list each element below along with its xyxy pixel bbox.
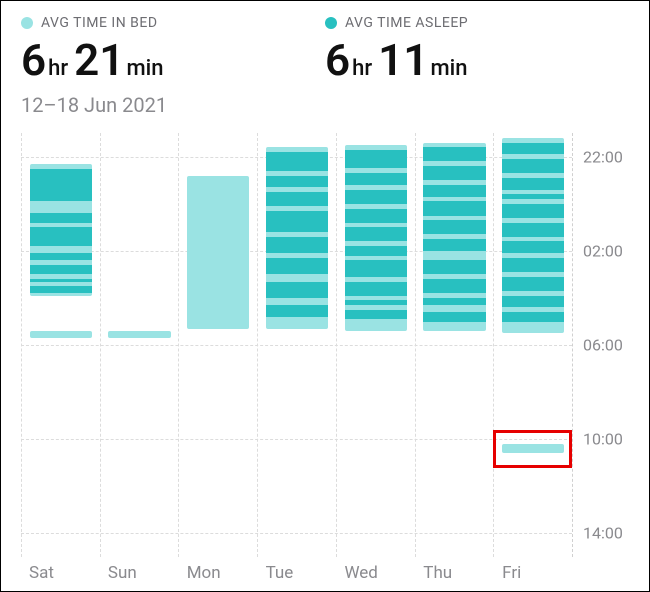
asleep-dot-icon [325,17,337,29]
asleep-segment [30,169,92,202]
asleep-segment [502,143,564,155]
asleep-segment [266,305,328,317]
in-bed-segment [108,331,170,338]
x-axis-label: Wed [336,563,415,583]
asleep-segment [266,282,328,298]
asleep-segment [423,312,485,321]
in-bed-hours: 6 [21,34,46,86]
hours-unit: hr [48,56,68,81]
avg-asleep-value: 6hr11min [325,37,629,83]
sleep-chart[interactable] [21,133,573,557]
x-axis-label: Fri [494,563,573,583]
asleep-segment [345,260,407,276]
mins-unit: min [430,56,467,81]
y-axis-label: 22:00 [583,147,623,166]
asleep-segment [266,152,328,171]
day-column-wed[interactable] [336,133,415,557]
avg-in-bed-value: 6hr21min [21,37,325,83]
y-axis-label: 10:00 [583,430,623,449]
asleep-segment [345,227,407,241]
asleep-segment [423,239,485,251]
asleep-segment [30,265,92,274]
in-bed-segment [502,444,564,453]
asleep-segment [502,312,564,321]
asleep-segment [423,220,485,234]
day-column-thu[interactable] [415,133,494,557]
asleep-segment [502,194,564,199]
asleep-segment [30,213,92,222]
asleep-segment [502,178,564,190]
asleep-segment [423,201,485,215]
in-bed-segment [30,331,92,338]
avg-in-bed-legend: AVG TIME IN BED [21,15,325,31]
x-axis-label: Sun [100,563,179,583]
asleep-segment [423,279,485,293]
x-axis-label: Thu [415,563,494,583]
day-column-fri[interactable] [493,133,572,557]
avg-asleep-label: AVG TIME ASLEEP [345,15,468,31]
asleep-segment [502,159,564,173]
asleep-segment [345,246,407,255]
asleep-segment [345,310,407,319]
in-bed-mins: 21 [74,34,124,86]
mins-unit: min [126,56,163,81]
asleep-segment [502,296,564,308]
asleep-segment [502,223,564,237]
asleep-segment [345,150,407,169]
avg-in-bed-label: AVG TIME IN BED [41,15,158,31]
asleep-segment [423,185,485,197]
x-axis: SatSunMonTueWedThuFri [21,563,629,583]
asleep-segment [266,258,328,274]
asleep-segment [345,209,407,223]
asleep-segment [423,298,485,305]
asleep-segment [345,173,407,185]
asleep-segment [423,147,485,161]
asleep-segment [266,211,328,232]
asleep-segment [266,192,328,206]
x-axis-label: Sat [21,563,100,583]
asleep-segment [502,241,564,253]
asleep-segment [266,237,328,253]
summary-header: AVG TIME IN BED 6hr21min AVG TIME ASLEEP… [21,15,629,83]
asleep-hours: 6 [325,34,350,86]
date-range: 12–18 Jun 2021 [21,93,629,117]
avg-asleep-legend: AVG TIME ASLEEP [325,15,629,31]
asleep-segment [30,286,92,293]
asleep-segment [345,282,407,296]
day-column-mon[interactable] [178,133,257,557]
asleep-segment [266,176,328,188]
x-axis-label: Mon [179,563,258,583]
asleep-segment [423,260,485,274]
y-axis: 22:00 02:00 06:00 10:00 14:00 [573,133,629,557]
asleep-segment [345,190,407,204]
asleep-segment [423,166,485,180]
x-axis-label: Tue [258,563,337,583]
day-column-sat[interactable] [21,133,100,557]
chart-area: 22:00 02:00 06:00 10:00 14:00 [21,133,629,557]
y-axis-label: 14:00 [583,524,623,543]
asleep-segment [502,277,564,291]
in-bed-segment [187,176,249,329]
y-axis-label: 06:00 [583,336,623,355]
asleep-segment [30,253,92,260]
asleep-segment [345,300,407,305]
asleep-segment [30,279,92,281]
asleep-segment [502,204,564,218]
in-bed-dot-icon [21,17,33,29]
sleep-week-card: AVG TIME IN BED 6hr21min AVG TIME ASLEEP… [0,0,650,592]
avg-asleep-metric: AVG TIME ASLEEP 6hr11min [325,15,629,83]
day-column-tue[interactable] [257,133,336,557]
hours-unit: hr [352,56,372,81]
y-axis-label: 02:00 [583,241,623,260]
avg-in-bed-metric: AVG TIME IN BED 6hr21min [21,15,325,83]
asleep-segment [502,258,564,272]
asleep-mins: 11 [378,34,428,86]
day-column-sun[interactable] [100,133,179,557]
asleep-segment [30,227,92,246]
